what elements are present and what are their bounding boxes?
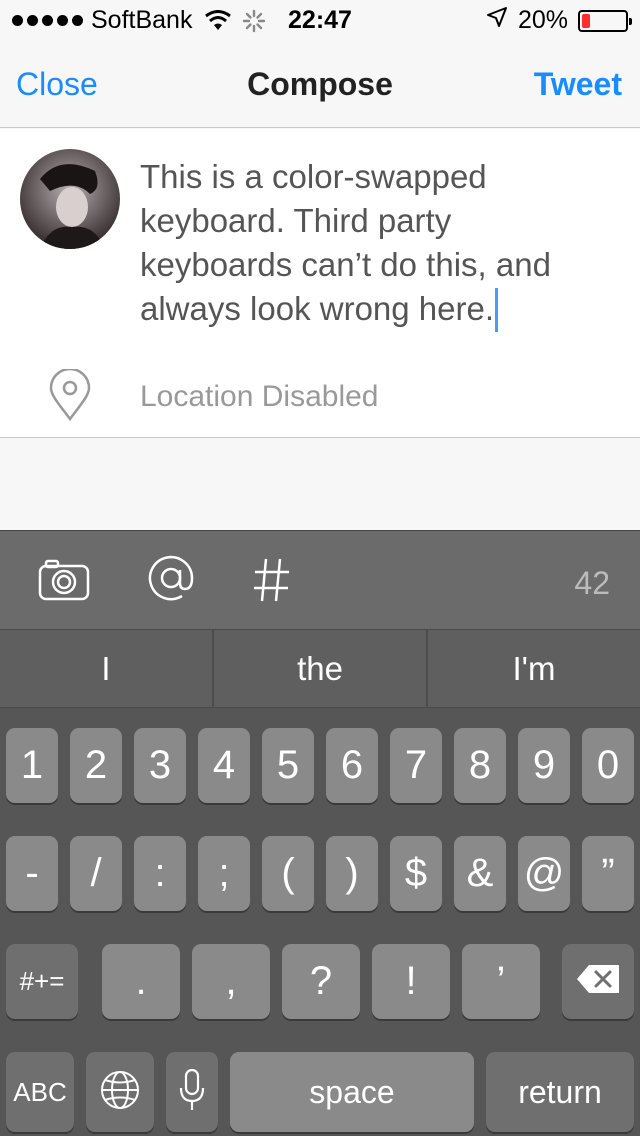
key-7[interactable]: 7: [390, 728, 442, 803]
mention-icon[interactable]: [146, 553, 196, 608]
return-key[interactable]: return: [486, 1052, 634, 1132]
space-key[interactable]: space: [230, 1052, 474, 1132]
location-row[interactable]: Location Disabled: [48, 367, 608, 426]
key-0[interactable]: 0: [582, 728, 634, 803]
key-comma[interactable]: ,: [192, 944, 270, 1019]
key-3[interactable]: 3: [134, 728, 186, 803]
key-exclamation[interactable]: !: [372, 944, 450, 1019]
key-colon[interactable]: :: [134, 836, 186, 911]
battery-level-fill: [582, 13, 591, 28]
key-9[interactable]: 9: [518, 728, 570, 803]
key-1[interactable]: 1: [6, 728, 58, 803]
key-6[interactable]: 6: [326, 728, 378, 803]
hashtag-icon[interactable]: [252, 557, 292, 608]
battery-icon: [578, 9, 632, 32]
key-period[interactable]: .: [102, 944, 180, 1019]
key-4[interactable]: 4: [198, 728, 250, 803]
compose-area: This is a color-swapped keyboard. Third …: [0, 129, 640, 438]
location-pin-icon: [48, 367, 92, 426]
suggestion-item[interactable]: the: [214, 630, 428, 707]
globe-icon: [99, 1069, 141, 1116]
keyboard-accessory-bar: 42: [0, 530, 640, 630]
key-hyphen[interactable]: -: [6, 836, 58, 911]
battery-percent: 20%: [517, 6, 568, 34]
backspace-icon: [575, 963, 621, 1000]
camera-icon[interactable]: [38, 559, 90, 606]
suggestion-item[interactable]: I'm: [428, 630, 640, 707]
key-close-paren[interactable]: ): [326, 836, 378, 911]
delete-key[interactable]: [562, 944, 634, 1019]
key-5[interactable]: 5: [262, 728, 314, 803]
key-question[interactable]: ?: [282, 944, 360, 1019]
suggestion-item[interactable]: I: [0, 630, 214, 707]
tweet-button[interactable]: Tweet: [534, 66, 622, 103]
key-ampersand[interactable]: &: [454, 836, 506, 911]
location-arrow-icon: [486, 6, 508, 35]
character-count: 42: [574, 565, 610, 601]
key-slash[interactable]: /: [70, 836, 122, 911]
keyboard: 42 I the I'm 1 2 3 4 5 6 7 8 9 0 - / : ;…: [0, 530, 640, 1136]
microphone-icon: [179, 1068, 205, 1117]
key-at[interactable]: @: [518, 836, 570, 911]
key-dollar[interactable]: $: [390, 836, 442, 911]
tweet-text: This is a color-swapped keyboard. Third …: [140, 158, 551, 327]
key-quote[interactable]: ”: [582, 836, 634, 911]
key-semicolon[interactable]: ;: [198, 836, 250, 911]
nav-bar: Close Compose Tweet: [0, 40, 640, 128]
dictation-key[interactable]: [166, 1052, 218, 1132]
status-right: 20%: [486, 6, 632, 35]
location-label: Location Disabled: [140, 380, 379, 413]
text-cursor: [495, 288, 499, 332]
avatar: [20, 149, 120, 249]
tweet-text-area[interactable]: This is a color-swapped keyboard. Third …: [140, 155, 610, 332]
more-symbols-key[interactable]: #+=: [6, 944, 78, 1019]
status-bar: SoftBank 22:47 20%: [0, 0, 640, 40]
globe-key[interactable]: [86, 1052, 154, 1132]
key-2[interactable]: 2: [70, 728, 122, 803]
suggestion-bar: I the I'm: [0, 630, 640, 708]
key-open-paren[interactable]: (: [262, 836, 314, 911]
key-apostrophe[interactable]: ’: [462, 944, 540, 1019]
key-8[interactable]: 8: [454, 728, 506, 803]
abc-key[interactable]: ABC: [6, 1052, 74, 1132]
